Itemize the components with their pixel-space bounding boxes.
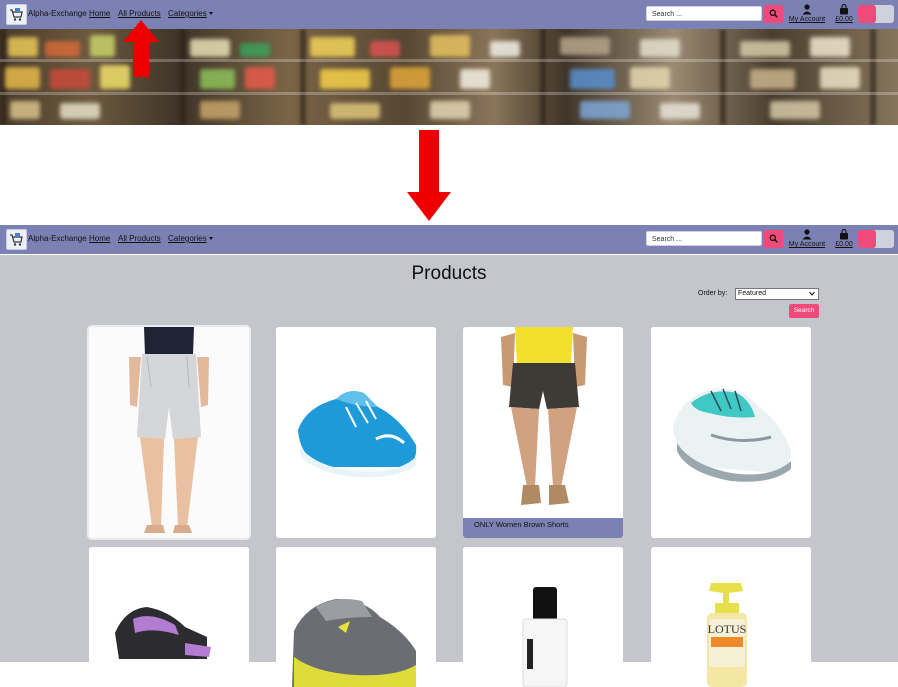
cart-total: £0.00 <box>835 16 853 23</box>
nav-dropdown-categories[interactable]: Categories <box>168 9 213 18</box>
products-page: Products Order by: Featured Search ONLY … <box>0 255 898 687</box>
cart-link[interactable]: £0.00 <box>833 3 855 27</box>
product-image <box>276 327 436 538</box>
page-title: Products <box>411 263 487 284</box>
caret-down-icon <box>208 237 213 241</box>
product-card-black-purple-sandal[interactable] <box>89 547 249 687</box>
sort-search-button[interactable]: Search <box>789 304 819 318</box>
search-icon <box>769 9 778 18</box>
product-image <box>276 547 436 687</box>
toggle-knob <box>858 5 876 23</box>
chevron-down-icon <box>809 291 815 296</box>
my-account-label: My Account <box>788 16 826 23</box>
product-card-white-cosmetic-bottle[interactable] <box>463 547 623 687</box>
lotus-brand-logo: LOTUS <box>708 622 747 636</box>
product-card-lotus-herbals-lotion[interactable]: LOTUS <box>651 547 811 687</box>
search-button[interactable] <box>764 230 783 248</box>
product-card-teal-nike-running-shoe[interactable] <box>651 327 811 538</box>
product-card-women-brown-shorts[interactable]: ONLY Women Brown Shorts <box>463 327 623 538</box>
user-icon <box>802 4 812 15</box>
search-input[interactable]: Search ... <box>646 231 762 246</box>
cart-logo-icon[interactable] <box>6 4 27 25</box>
cart-logo-icon[interactable] <box>6 229 27 250</box>
caret-down-icon <box>208 12 213 16</box>
order-by-label: Order by: <box>698 290 728 297</box>
nav-link-all-products[interactable]: All Products <box>118 234 161 243</box>
nav-link-all-products[interactable]: All Products <box>118 9 161 18</box>
order-by-value: Featured <box>738 290 767 297</box>
search-button[interactable] <box>764 5 783 23</box>
order-by-select[interactable]: Featured <box>735 288 819 300</box>
nav-link-home[interactable]: Home <box>89 234 110 243</box>
annotation-up-arrow-icon <box>123 20 159 77</box>
theme-toggle[interactable] <box>858 230 894 248</box>
cart-link[interactable]: £0.00 <box>833 228 855 252</box>
nav-link-home[interactable]: Home <box>89 9 110 18</box>
product-image <box>89 547 249 687</box>
categories-label: Categories <box>168 9 207 18</box>
product-card-women-grey-shorts[interactable] <box>87 325 251 540</box>
shopping-bag-icon <box>840 4 848 15</box>
my-account-link[interactable]: My Account <box>785 228 829 252</box>
annotation-down-arrow-icon <box>407 130 451 221</box>
categories-label: Categories <box>168 234 207 243</box>
brand-name[interactable]: Alpha-Exchange <box>28 9 87 18</box>
nav-dropdown-categories[interactable]: Categories <box>168 234 213 243</box>
navbar-bottom: Alpha-Exchange Home All Products Categor… <box>0 225 898 254</box>
my-account-link[interactable]: My Account <box>785 3 829 27</box>
brand-name[interactable]: Alpha-Exchange <box>28 234 87 243</box>
shopping-bag-icon <box>840 229 848 240</box>
my-account-label: My Account <box>788 241 826 248</box>
product-image <box>89 327 249 538</box>
toggle-knob <box>858 230 876 248</box>
product-image <box>463 327 623 538</box>
product-card-grey-yellow-nike-shoe[interactable] <box>276 547 436 687</box>
product-image: LOTUS <box>651 547 811 687</box>
product-image <box>463 547 623 687</box>
search-input[interactable]: Search ... <box>646 6 762 21</box>
theme-toggle[interactable] <box>858 5 894 23</box>
search-icon <box>769 234 778 243</box>
product-image <box>651 327 811 538</box>
product-card-blue-reebok-running-shoe[interactable] <box>276 327 436 538</box>
cart-total: £0.00 <box>835 241 853 248</box>
product-caption[interactable]: ONLY Women Brown Shorts <box>463 518 623 538</box>
user-icon <box>802 229 812 240</box>
